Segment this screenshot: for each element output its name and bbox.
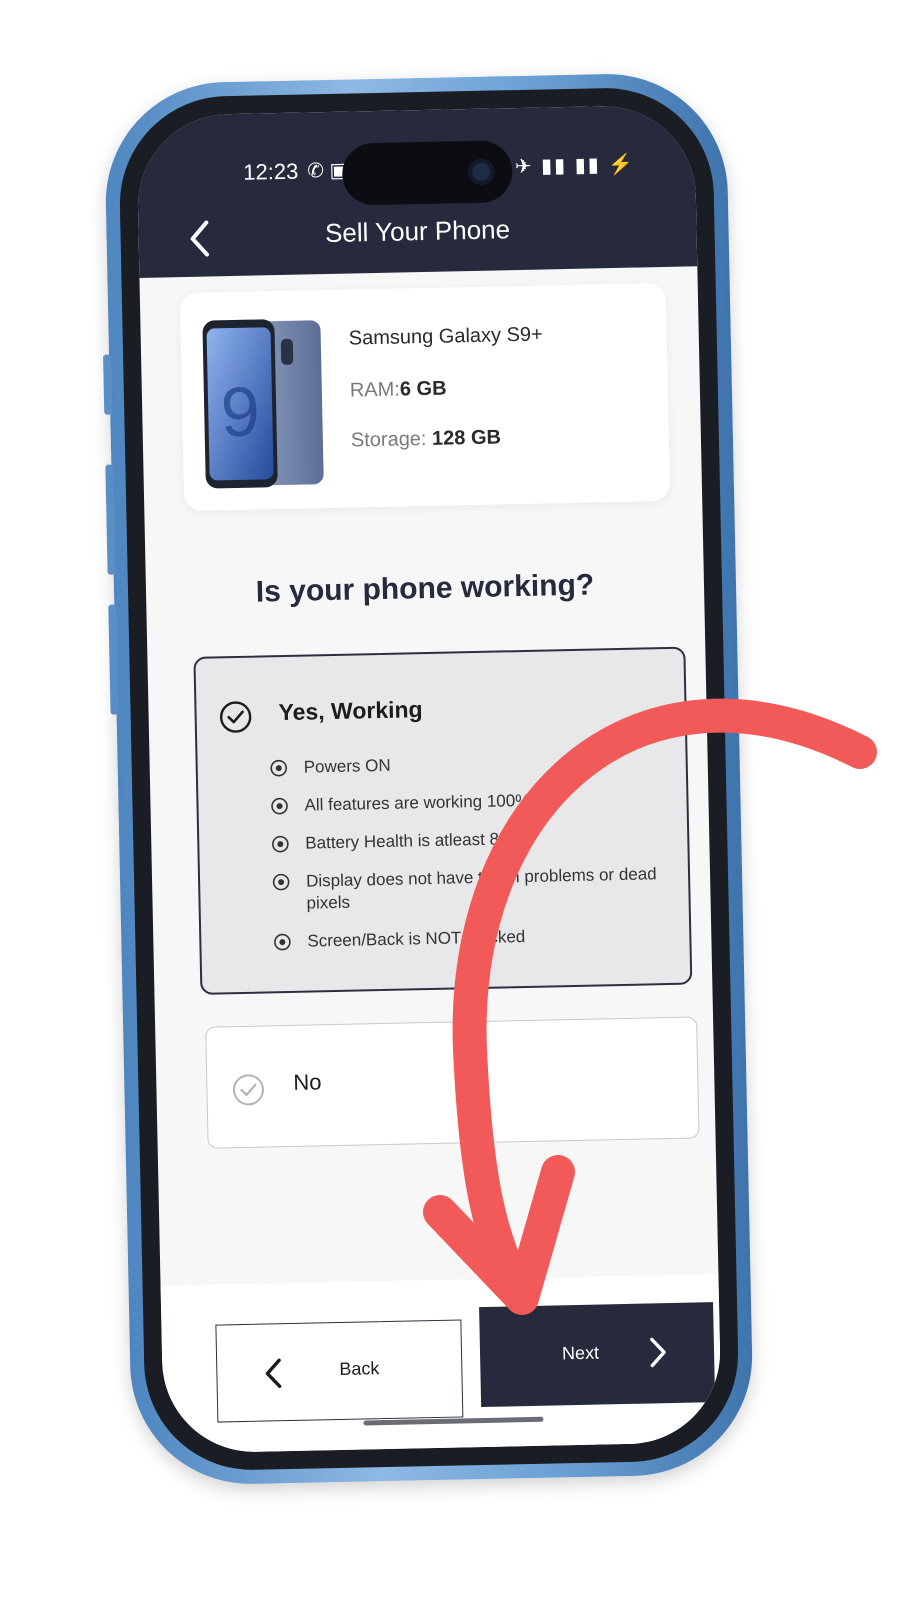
feature-text: All features are working 100% — [304, 790, 531, 815]
svg-text:9: 9 — [220, 372, 261, 451]
ram-label: RAM: — [349, 378, 401, 402]
check-circle-icon — [232, 1074, 264, 1106]
storage-value: 128 GB — [431, 426, 502, 450]
feature-item: Screen/Back is NOT cracked — [273, 923, 673, 953]
camera-notch — [341, 140, 513, 206]
feature-text: Powers ON — [303, 755, 391, 777]
next-button-label: Next — [561, 1342, 600, 1364]
feature-text: Battery Health is atleast 80% — [305, 829, 524, 853]
option-no-title: No — [293, 1069, 322, 1095]
radio-dot-icon — [272, 835, 289, 853]
option-yes-working[interactable]: Yes, Working Powers ON All features are … — [193, 646, 693, 995]
product-name: Samsung Galaxy S9+ — [348, 323, 543, 350]
phone-side-button — [103, 354, 113, 415]
back-button-label: Back — [339, 1358, 380, 1380]
back-button[interactable]: Back — [215, 1319, 464, 1423]
radio-dot-icon — [271, 797, 288, 815]
feature-item: All features are working 100% — [270, 787, 670, 817]
footer-nav: Back Next — [160, 1274, 722, 1454]
option-yes-title: Yes, Working — [278, 696, 423, 726]
product-ram: RAM:6 GB — [350, 378, 447, 403]
page-title: Sell Your Phone — [324, 214, 511, 249]
storage-label: Storage: — [350, 427, 433, 452]
feature-list: Powers ON All features are working 100% … — [270, 749, 674, 969]
feature-text: Display does not have touch problems or … — [305, 864, 657, 913]
app-header: 12:23 ✆ ▣ ✱ ✈ ▮▮ ▮▮ ⚡ Sell Your Phone — [136, 104, 698, 278]
phone-side-button — [105, 464, 116, 575]
chevron-left-icon — [265, 1358, 282, 1388]
feature-text: Screen/Back is NOT cracked — [307, 927, 526, 951]
phone-product-image: 9 — [202, 319, 324, 489]
product-storage: Storage: 128 GB — [351, 426, 502, 452]
phone-screen: 12:23 ✆ ▣ ✱ ✈ ▮▮ ▮▮ ⚡ Sell Your Phone 9 … — [136, 104, 722, 1454]
phone-bezel: 12:23 ✆ ▣ ✱ ✈ ▮▮ ▮▮ ⚡ Sell Your Phone 9 … — [117, 85, 741, 1473]
next-button[interactable]: Next — [479, 1302, 716, 1408]
chevron-right-icon — [650, 1337, 666, 1368]
feature-item: Display does not have touch problems or … — [272, 863, 673, 915]
product-card: 9 Samsung Galaxy S9+ RAM:6 GB Storage: 1… — [179, 282, 671, 512]
radio-dot-icon — [272, 873, 290, 891]
phone-mockup-stage: 12:23 ✆ ▣ ✱ ✈ ▮▮ ▮▮ ⚡ Sell Your Phone 9 … — [0, 0, 900, 1600]
ram-value: 6 GB — [399, 377, 447, 401]
feature-item: Powers ON — [270, 749, 670, 779]
radio-dot-icon — [270, 759, 288, 777]
question-heading: Is your phone working? — [255, 568, 595, 609]
feature-item: Battery Health is atleast 80% — [271, 825, 671, 855]
front-camera-icon — [468, 158, 495, 186]
radio-dot-icon — [274, 933, 291, 951]
phone-frame: 12:23 ✆ ▣ ✱ ✈ ▮▮ ▮▮ ⚡ Sell Your Phone 9 … — [103, 71, 755, 1487]
check-circle-icon — [219, 701, 252, 733]
status-time: 12:23 — [242, 158, 299, 185]
option-no[interactable]: No — [205, 1016, 700, 1149]
phone-side-button — [108, 604, 119, 715]
